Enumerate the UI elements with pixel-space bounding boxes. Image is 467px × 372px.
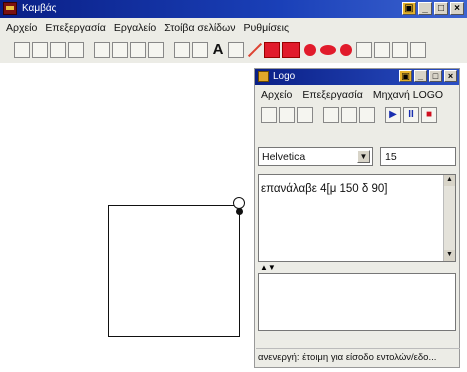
- output-pane[interactable]: [258, 273, 456, 331]
- fill-bucket-icon[interactable]: [356, 42, 372, 58]
- splitter-arrows-icon[interactable]: ▲▼: [260, 263, 276, 272]
- paste-icon[interactable]: [359, 107, 375, 123]
- logo-extra-button[interactable]: ▣: [399, 70, 412, 82]
- stop-button[interactable]: ■: [421, 107, 437, 123]
- scroll-down-icon[interactable]: ▼: [444, 250, 455, 261]
- logo-minimize-button[interactable]: _: [414, 70, 427, 82]
- maximize-button[interactable]: □: [434, 2, 448, 15]
- menu-tool[interactable]: Εργαλείο: [114, 22, 156, 34]
- toolbar: A: [0, 38, 467, 62]
- run-button[interactable]: ▶: [385, 107, 401, 123]
- window-title: Καμβάς: [22, 3, 57, 14]
- new-page-icon[interactable]: [14, 42, 30, 58]
- logo-menu-file[interactable]: Αρχείο: [261, 89, 292, 101]
- window-extra-button[interactable]: ▣: [402, 2, 416, 15]
- logo-menu-edit[interactable]: Επεξεργασία: [302, 89, 363, 101]
- open-file-icon[interactable]: [279, 107, 295, 123]
- window-controls: ▣ _ □ ×: [402, 2, 464, 15]
- logo-app-icon: [258, 71, 269, 82]
- cut-icon[interactable]: [323, 107, 339, 123]
- palette-icon[interactable]: [410, 42, 426, 58]
- filled-dot-icon[interactable]: [338, 42, 354, 58]
- menu-edit[interactable]: Επεξεργασία: [45, 22, 106, 34]
- pane-splitter[interactable]: ▲▼: [258, 263, 456, 272]
- filled-circle-icon[interactable]: [302, 42, 318, 58]
- app-icon: [3, 2, 17, 15]
- pencil-icon[interactable]: [228, 42, 244, 58]
- pause-button[interactable]: II: [403, 107, 419, 123]
- filled-rectangle-icon[interactable]: [282, 42, 300, 58]
- menu-page-stack[interactable]: Στοίβα σελίδων: [164, 22, 235, 34]
- logo-window-controls: ▣ _ □ ×: [399, 70, 457, 82]
- paste-icon[interactable]: [130, 42, 146, 58]
- menu-bar: Αρχείο Επεξεργασία Εργαλείο Στοίβα σελίδ…: [0, 18, 467, 37]
- main-window: Καμβάς ▣ _ □ × Αρχείο Επεξεργασία Εργαλε…: [0, 0, 467, 372]
- menu-settings[interactable]: Ρυθμίσεις: [243, 22, 289, 34]
- minimize-button[interactable]: _: [418, 2, 432, 15]
- close-button[interactable]: ×: [450, 2, 464, 15]
- logo-window-title: Logo: [273, 71, 296, 82]
- drawn-square: [108, 205, 240, 337]
- logo-menu-bar: Αρχείο Επεξεργασία Μηχανή LOGO: [261, 89, 443, 101]
- filled-ellipse-icon[interactable]: [320, 42, 336, 58]
- copy-icon[interactable]: [112, 42, 128, 58]
- code-editor[interactable]: επανάλαβε 4[μ 150 δ 90] ▲ ▼: [258, 174, 456, 262]
- open-folder-icon[interactable]: [50, 42, 66, 58]
- scroll-up-icon[interactable]: ▲: [444, 175, 455, 186]
- copy-icon[interactable]: [341, 107, 357, 123]
- logo-maximize-button[interactable]: □: [429, 70, 442, 82]
- logo-toolbar: ▶ II ■: [261, 107, 439, 123]
- eraser-icon[interactable]: [192, 42, 208, 58]
- font-size-value: 15: [385, 151, 397, 163]
- rectangle-select-icon[interactable]: [174, 42, 190, 58]
- turtle-head: [236, 208, 243, 215]
- status-bar: ανενεργή: έτοιμη για είσοδο εντολών/εδο.…: [256, 348, 460, 366]
- menu-file[interactable]: Αρχείο: [6, 22, 37, 34]
- line-tool-icon[interactable]: [246, 42, 262, 58]
- chevron-down-icon[interactable]: ▼: [357, 150, 370, 163]
- logo-window: Logo ▣ _ □ × Αρχείο Επεξεργασία Μηχανή L…: [254, 68, 460, 368]
- editor-scrollbar[interactable]: ▲ ▼: [443, 175, 455, 261]
- font-row: Helvetica ▼ 15: [258, 147, 456, 167]
- font-family-select[interactable]: Helvetica ▼: [258, 147, 373, 166]
- filled-square-icon[interactable]: [264, 42, 280, 58]
- save-icon[interactable]: [297, 107, 313, 123]
- font-family-value: Helvetica: [262, 151, 306, 163]
- cut-icon[interactable]: [94, 42, 110, 58]
- logo-title-bar: Logo ▣ _ □ ×: [255, 69, 459, 85]
- editor-code: επανάλαβε 4[μ 150 δ 90]: [261, 183, 388, 195]
- logo-close-button[interactable]: ×: [444, 70, 457, 82]
- text-tool-icon[interactable]: A: [210, 42, 226, 58]
- color-picker-icon[interactable]: [392, 42, 408, 58]
- brush-icon[interactable]: [374, 42, 390, 58]
- new-file-icon[interactable]: [261, 107, 277, 123]
- print-icon[interactable]: [68, 42, 84, 58]
- font-size-field[interactable]: 15: [380, 147, 456, 166]
- title-bar: Καμβάς ▣ _ □ ×: [0, 0, 467, 18]
- turtle-icon[interactable]: [148, 42, 164, 58]
- new-document-icon[interactable]: [32, 42, 48, 58]
- logo-menu-engine[interactable]: Μηχανή LOGO: [373, 89, 443, 101]
